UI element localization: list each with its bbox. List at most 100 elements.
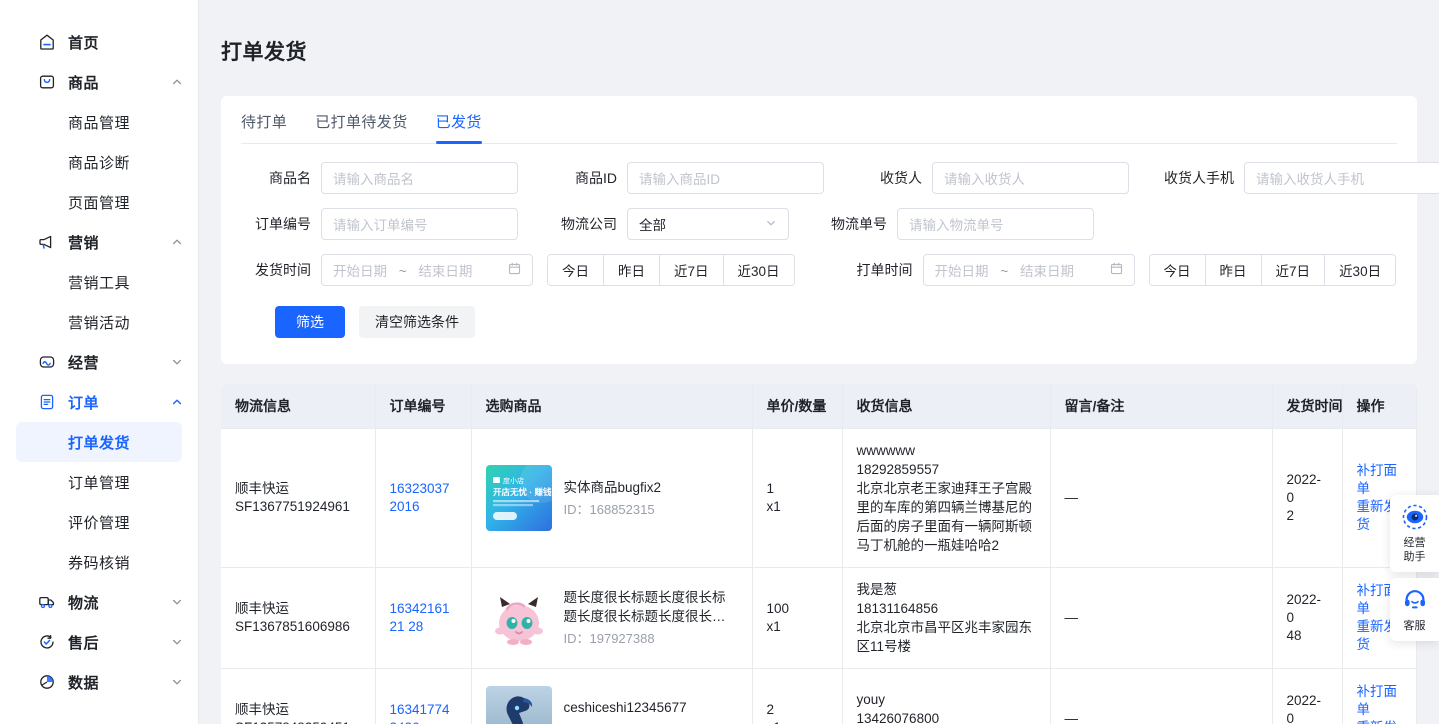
logistics-no: SF1367751924961 bbox=[235, 499, 350, 515]
chevron-up-icon[interactable] bbox=[170, 75, 184, 89]
filter-reset-button[interactable]: 清空筛选条件 bbox=[359, 306, 475, 339]
field-label: 商品名 bbox=[269, 170, 311, 187]
tab-printed-pending-ship[interactable]: 已打单待发货 bbox=[315, 111, 407, 143]
calendar-icon bbox=[1110, 262, 1123, 278]
sidebar-item-order-management[interactable]: 订单管理 bbox=[16, 462, 182, 502]
sidebar-item-goods-diagnosis[interactable]: 商品诊断 bbox=[16, 142, 182, 182]
field-logistics-no: 物流单号 请输入物流单号 bbox=[827, 208, 1094, 241]
receiver-name: wwwwww bbox=[856, 443, 916, 459]
dock-item-customer-service[interactable]: 客服 bbox=[1390, 578, 1439, 641]
filter-submit-button[interactable]: 筛选 bbox=[275, 306, 345, 339]
chevron-down-icon[interactable] bbox=[170, 675, 184, 689]
ship-quick-yesterday[interactable]: 昨日 bbox=[604, 255, 660, 286]
table-body: 顺丰快运 SF1367751924961 163230372016 度小店 开店… bbox=[221, 428, 1417, 724]
print-quick-today[interactable]: 今日 bbox=[1149, 255, 1206, 286]
sidebar-item-order[interactable]: 订单 bbox=[0, 382, 198, 422]
print-time-start[interactable]: 开始日期 bbox=[935, 264, 989, 279]
ship-time-line1: 2022-0 bbox=[1286, 692, 1322, 724]
chevron-up-icon[interactable] bbox=[170, 235, 184, 249]
sidebar-item-label: 订单 bbox=[68, 394, 100, 412]
reprint-waybill-link[interactable]: 补打面单 bbox=[1357, 683, 1402, 719]
col-remark: 留言/备注 bbox=[1050, 384, 1273, 430]
logistics-company-select[interactable]: 全部 bbox=[627, 208, 789, 241]
field-label: 打单时间 bbox=[856, 262, 913, 279]
sidebar-item-marketing[interactable]: 营销 bbox=[0, 222, 198, 262]
refund-check-icon bbox=[38, 633, 56, 651]
goods-id-input[interactable]: 请输入商品ID bbox=[627, 162, 824, 195]
ship-time-end[interactable]: 结束日期 bbox=[418, 264, 472, 279]
col-logistics-info: 物流信息 bbox=[221, 384, 376, 430]
ship-time-line2: 48 bbox=[1286, 628, 1302, 644]
order-no-input[interactable]: 请输入订单编号 bbox=[321, 208, 518, 241]
sidebar-item-page-management[interactable]: 页面管理 bbox=[16, 182, 182, 222]
goods-thumbnail[interactable]: 度小店 开店无忧 · 赚钱不 bbox=[485, 465, 552, 532]
select-value: 全部 bbox=[639, 218, 666, 234]
reprint-waybill-link[interactable]: 补打面单 bbox=[1357, 462, 1402, 498]
chevron-down-icon[interactable] bbox=[170, 355, 184, 369]
sidebar-item-aftersale[interactable]: 售后 bbox=[0, 622, 198, 662]
chevron-up-icon[interactable] bbox=[170, 395, 184, 409]
quantity: x1 bbox=[767, 719, 828, 724]
order-no-link[interactable]: 1634216121 28 bbox=[390, 601, 450, 634]
table-row: 顺丰快运 SF1367751924961 163230372016 度小店 开店… bbox=[221, 428, 1417, 569]
order-no-link[interactable]: 163417742426 bbox=[390, 702, 450, 724]
sidebar-item-goods-management[interactable]: 商品管理 bbox=[16, 102, 182, 142]
sidebar-item-print-ship[interactable]: 打单发货 bbox=[16, 422, 182, 462]
table-scroll-area[interactable]: 物流信息 订单编号 选购商品 单价/数量 收货信息 留言/备注 发货时间 操作 bbox=[221, 384, 1417, 724]
sidebar-item-operations[interactable]: 经营 bbox=[0, 342, 198, 382]
chevron-down-icon[interactable] bbox=[170, 595, 184, 609]
goods-thumbnail[interactable] bbox=[485, 685, 552, 724]
print-quick-7days[interactable]: 近7日 bbox=[1261, 255, 1326, 286]
goods-thumbnail[interactable] bbox=[485, 585, 552, 652]
ship-time-start[interactable]: 开始日期 bbox=[333, 264, 387, 279]
col-receiver-info: 收货信息 bbox=[842, 384, 1051, 430]
ship-quick-30days[interactable]: 近30日 bbox=[723, 255, 794, 286]
sidebar-item-coupon-redeem[interactable]: 券码核销 bbox=[16, 542, 182, 582]
receiver-input[interactable]: 请输入收货人 bbox=[932, 162, 1129, 195]
dock-item-assistant[interactable]: 经营助手 bbox=[1390, 495, 1439, 572]
receiver-name: youy bbox=[856, 692, 886, 708]
ship-quick-today[interactable]: 今日 bbox=[548, 255, 604, 286]
field-goods-id: 商品ID 请输入商品ID bbox=[557, 162, 824, 195]
logistics-no-input[interactable]: 请输入物流单号 bbox=[897, 208, 1094, 241]
print-time-quick-range: 今日 昨日 近7日 近30日 bbox=[1148, 254, 1397, 287]
field-ship-time: 发货时间 开始日期 ~ 结束日期 今日 昨日 近7日 近30日 bbox=[241, 254, 795, 287]
sidebar-item-data[interactable]: 数据 bbox=[0, 662, 198, 702]
print-quick-yesterday[interactable]: 昨日 bbox=[1205, 255, 1262, 286]
filter-row-3: 发货时间 开始日期 ~ 结束日期 今日 昨日 近7日 近30日 打单时间 开始日… bbox=[241, 254, 1397, 287]
filter-row-2: 订单编号 请输入订单编号 物流公司 全部 物流单号 请输入物流单号 bbox=[241, 208, 1397, 241]
ship-time-line1: 2022-0 bbox=[1286, 472, 1322, 506]
main-content: 打单发货 待打单 已打单待发货 已发货 商品名 请输入商品名 商品ID 请输入商… bbox=[199, 0, 1439, 724]
tab-pending-print[interactable]: 待打单 bbox=[241, 111, 287, 143]
sidebar-item-goods[interactable]: 商品 bbox=[0, 62, 198, 102]
assistant-icon bbox=[1402, 504, 1428, 533]
print-quick-30days[interactable]: 近30日 bbox=[1325, 255, 1396, 286]
goods-icon bbox=[38, 73, 56, 91]
col-order-no: 订单编号 bbox=[375, 384, 472, 430]
sidebar-item-marketing-tools[interactable]: 营销工具 bbox=[16, 262, 182, 302]
goods-name-input[interactable]: 请输入商品名 bbox=[321, 162, 518, 195]
col-price-qty: 单价/数量 bbox=[752, 384, 843, 430]
order-no-link[interactable]: 163230372016 bbox=[390, 481, 450, 514]
sidebar-item-review-management[interactable]: 评价管理 bbox=[16, 502, 182, 542]
chevron-down-icon bbox=[765, 217, 777, 232]
sidebar-item-label: 数据 bbox=[68, 674, 100, 692]
cell-operations: 补打面单 重新发货 bbox=[1342, 668, 1417, 724]
print-time-daterange[interactable]: 开始日期 ~ 结束日期 bbox=[922, 254, 1135, 287]
quantity: x1 bbox=[766, 499, 781, 515]
unit-price: 100 bbox=[766, 601, 790, 617]
chevron-down-icon[interactable] bbox=[170, 635, 184, 649]
print-time-end[interactable]: 结束日期 bbox=[1020, 264, 1074, 279]
dock-item-label: 经营助手 bbox=[1403, 537, 1426, 563]
ship-time-daterange[interactable]: 开始日期 ~ 结束日期 bbox=[321, 254, 533, 287]
sidebar-item-home[interactable]: 首页 bbox=[0, 22, 198, 62]
receiver-phone: 18131164856 bbox=[856, 601, 939, 617]
ship-quick-7days[interactable]: 近7日 bbox=[660, 255, 724, 286]
receiver-phone-input[interactable]: 请输入收货人手机 bbox=[1244, 162, 1439, 195]
reship-link[interactable]: 重新发货 bbox=[1357, 719, 1402, 724]
floating-dock: 经营助手 客服 bbox=[1390, 495, 1439, 641]
tab-shipped[interactable]: 已发货 bbox=[435, 111, 483, 145]
sidebar-item-logistics[interactable]: 物流 bbox=[0, 582, 198, 622]
sidebar-item-marketing-campaign[interactable]: 营销活动 bbox=[16, 302, 182, 342]
sidebar-item-label: 物流 bbox=[68, 594, 100, 612]
